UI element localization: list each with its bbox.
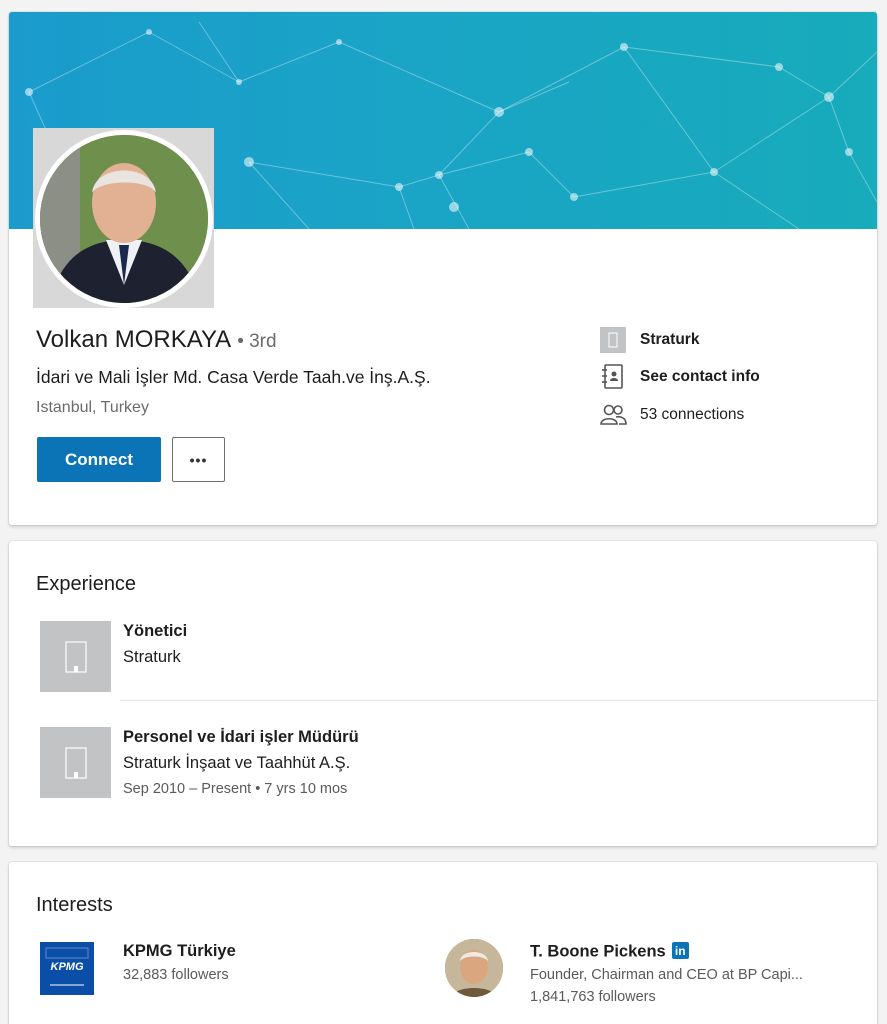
profile-location: Istanbul, Turkey — [36, 399, 149, 416]
interest-name[interactable]: KPMG Türkiye — [123, 942, 236, 961]
interest-headline: Founder, Chairman and CEO at BP Capi... — [530, 967, 803, 983]
company-logo-icon — [599, 326, 627, 354]
people-icon — [599, 401, 627, 429]
contact-info-link[interactable]: See contact info — [599, 363, 760, 391]
experience-item-company: Straturk — [123, 648, 181, 666]
current-company-link[interactable]: Straturk — [599, 326, 699, 354]
interests-card: Interests KPMG KPMG Türkiye 32,883 follo… — [9, 862, 877, 1024]
profile-photo — [40, 135, 208, 303]
interest-avatar[interactable] — [445, 939, 503, 997]
profile-top-card: Volkan MORKAYA • 3rd İdari ve Mali İşler… — [9, 12, 877, 525]
profile-avatar[interactable] — [35, 130, 213, 308]
company-logo-icon[interactable] — [40, 621, 111, 692]
profile-headline: İdari ve Mali İşler Md. Casa Verde Taah.… — [36, 367, 431, 387]
current-company-label: Straturk — [640, 331, 700, 348]
experience-item-title[interactable]: Personel ve İdari işler Müdürü — [123, 728, 359, 747]
experience-item-title[interactable]: Yönetici — [123, 622, 187, 641]
profile-name: Volkan MORKAYA — [36, 326, 232, 353]
interests-title: Interests — [36, 894, 113, 916]
interest-name-row[interactable]: T. Boone Pickens in — [530, 942, 689, 962]
interest-followers: 32,883 followers — [123, 967, 229, 983]
contact-info-label: See contact info — [640, 368, 760, 385]
kpmg-logo[interactable]: KPMG — [40, 942, 94, 995]
experience-divider — [120, 700, 877, 701]
connection-degree: • 3rd — [237, 331, 277, 352]
interest-followers: 1,841,763 followers — [530, 989, 656, 1005]
connections-label: 53 connections — [640, 406, 745, 423]
experience-title: Experience — [36, 573, 137, 595]
more-actions-button[interactable]: ••• — [172, 437, 225, 482]
address-book-icon — [599, 363, 627, 391]
svg-text:KPMG: KPMG — [51, 961, 84, 973]
connect-button[interactable]: Connect — [37, 437, 161, 482]
company-logo-icon[interactable] — [40, 727, 111, 798]
linkedin-influencer-icon: in — [671, 942, 689, 959]
interest-name: T. Boone Pickens — [530, 942, 666, 961]
experience-card: Experience Yönetici Straturk Personel ve… — [9, 541, 877, 846]
experience-item-company: Straturk İnşaat ve Taahhüt A.Ş. — [123, 754, 351, 772]
name-row: Volkan MORKAYA • 3rd — [36, 326, 277, 354]
experience-item-dates: Sep 2010 – Present • 7 yrs 10 mos — [123, 781, 348, 797]
connections-link[interactable]: 53 connections — [599, 401, 744, 429]
